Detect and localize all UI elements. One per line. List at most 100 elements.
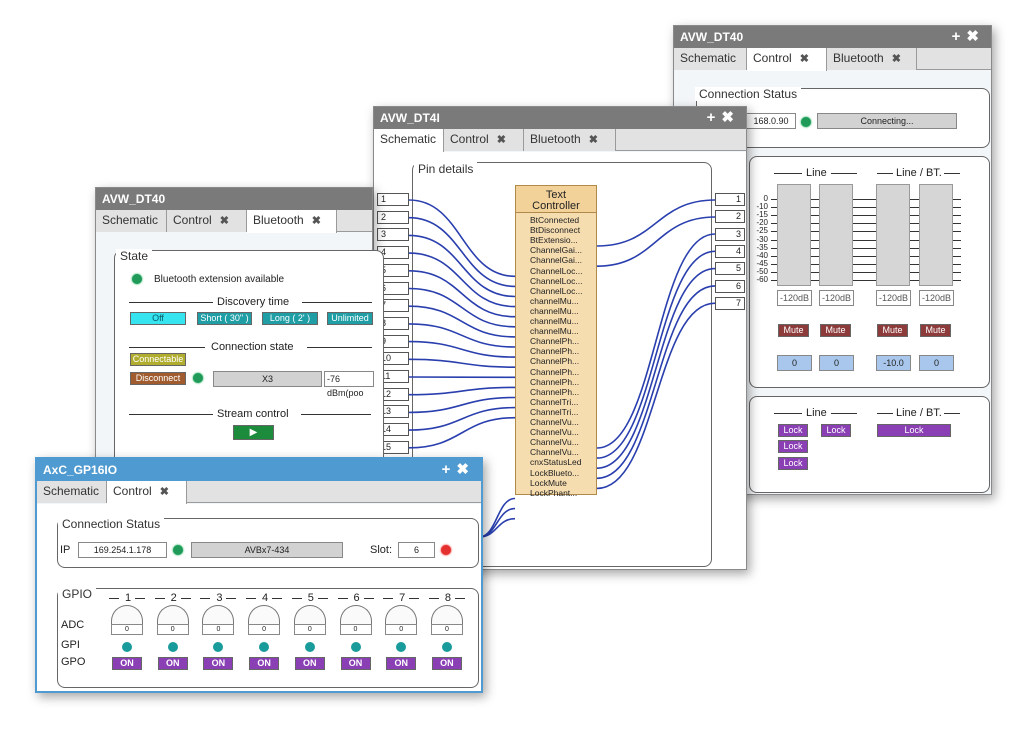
controller-pin: ChannelGai...: [530, 255, 582, 266]
ip-field[interactable]: 169.254.1.178: [78, 542, 167, 558]
channel-dash: [428, 598, 439, 599]
tab-schematic[interactable]: Schematic: [96, 210, 167, 232]
channel-number: 2: [170, 592, 177, 604]
output-pin[interactable]: 3: [715, 227, 745, 241]
gpi-led: [441, 642, 452, 652]
gpo-on-button[interactable]: ON: [157, 657, 188, 670]
tab-control[interactable]: Control ✖: [167, 210, 247, 232]
adc-value: 0: [339, 624, 372, 635]
controller-pin: LockMute: [530, 477, 567, 488]
adc-value: 0: [430, 624, 463, 635]
channel-dash: [180, 598, 191, 599]
wire: [408, 234, 516, 298]
close-tab-icon[interactable]: ✖: [892, 53, 901, 65]
gpi-led: [350, 642, 361, 652]
controller-pin: cnxStatusLed: [530, 457, 582, 468]
lock-button[interactable]: Lock: [778, 424, 808, 437]
output-pin[interactable]: 6: [715, 279, 745, 293]
output-pin[interactable]: 2: [715, 210, 745, 224]
mute-button[interactable]: Mute: [778, 324, 809, 337]
titlebar[interactable]: AxC_GP16IO +✖: [37, 459, 481, 481]
lock-button[interactable]: Lock: [877, 424, 951, 437]
add-icon[interactable]: +: [952, 28, 967, 45]
discovery-short-button[interactable]: Short ( 30" ): [197, 312, 252, 325]
titlebar[interactable]: AVW_DT40: [96, 188, 372, 210]
gpo-on-button[interactable]: ON: [386, 657, 417, 670]
wire: [596, 250, 716, 459]
close-tab-icon[interactable]: ✖: [800, 53, 809, 65]
gpo-on-button[interactable]: ON: [340, 657, 371, 670]
connection-state-label: Connection state: [211, 341, 294, 353]
mute-button[interactable]: Mute: [820, 324, 851, 337]
channel-dash: [135, 598, 145, 599]
add-icon[interactable]: +: [442, 461, 457, 478]
ip-label: IP: [60, 544, 71, 556]
gpo-on-button[interactable]: ON: [112, 657, 142, 670]
close-icon[interactable]: ✖: [966, 28, 985, 45]
close-tab-icon[interactable]: ✖: [312, 215, 321, 227]
lock-button[interactable]: Lock: [778, 440, 808, 453]
window-title: AVW_DT40: [680, 30, 744, 44]
controller-pin: ChannelVu...: [530, 437, 579, 448]
tab-bluetooth[interactable]: Bluetooth ✖: [827, 48, 917, 70]
adc-value: 0: [385, 624, 418, 635]
text-controller-block[interactable]: Text Controller BtConnected BtDisconnect B…: [515, 185, 597, 498]
tab-schematic[interactable]: Schematic: [37, 481, 107, 503]
input-pin[interactable]: 2: [377, 210, 409, 224]
line-bt-label: Line / BT.: [896, 167, 942, 179]
close-tab-icon[interactable]: ✖: [160, 486, 169, 498]
line-label: Line: [806, 167, 827, 179]
wire: [596, 233, 716, 449]
lock-button[interactable]: Lock: [821, 424, 851, 437]
slot-field[interactable]: 6: [398, 542, 435, 558]
close-icon[interactable]: ✖: [456, 461, 475, 478]
discovery-off-button[interactable]: Off: [130, 312, 186, 325]
channel-dash: [272, 598, 283, 599]
mute-button[interactable]: Mute: [920, 324, 951, 337]
lock-button[interactable]: Lock: [778, 457, 808, 470]
gain-field[interactable]: -10.0: [876, 355, 911, 371]
channel-number: 5: [307, 592, 314, 604]
discovery-long-button[interactable]: Long ( 2' ): [262, 312, 318, 325]
controller-pin: channelMu...: [530, 295, 579, 306]
mute-button[interactable]: Mute: [877, 324, 908, 337]
wire: [408, 252, 516, 308]
tab-control[interactable]: Control ✖: [107, 481, 187, 504]
gain-field[interactable]: 0: [777, 355, 812, 371]
output-pin[interactable]: 5: [715, 262, 745, 276]
output-pin[interactable]: 4: [715, 244, 745, 258]
gpo-on-button[interactable]: ON: [294, 657, 325, 670]
gain-field[interactable]: 0: [919, 355, 954, 371]
tab-control[interactable]: Control ✖: [747, 48, 827, 71]
controller-pin: LockPhant...: [530, 487, 578, 498]
gain-field[interactable]: 0: [819, 355, 854, 371]
play-icon[interactable]: ▶: [233, 425, 274, 440]
ip-field[interactable]: 168.0.90: [746, 113, 796, 129]
gpo-on-button[interactable]: ON: [431, 657, 462, 670]
controller-pin: channelMu...: [530, 305, 579, 316]
disconnect-button[interactable]: Disconnect: [130, 372, 186, 385]
tab-schematic[interactable]: Schematic: [674, 48, 747, 70]
gpo-on-button[interactable]: ON: [249, 657, 280, 670]
connection-status-label: Connection Status: [58, 517, 165, 531]
close-tab-icon[interactable]: ✖: [220, 215, 229, 227]
gpi-label: GPI: [61, 639, 80, 651]
output-pin[interactable]: 7: [715, 296, 745, 310]
channel-number: 7: [399, 592, 406, 604]
input-pin[interactable]: 1: [377, 193, 409, 206]
device-name: X3: [213, 371, 322, 387]
input-pin[interactable]: 3: [377, 228, 409, 242]
controller-pin: ChannelPh...: [530, 366, 580, 377]
gpo-on-button[interactable]: ON: [203, 657, 234, 670]
level-meter: [919, 184, 953, 286]
controller-pin: ChannelVu...: [530, 427, 579, 438]
channel-dash: [454, 598, 465, 599]
discovery-unlimited-button[interactable]: Unlimited: [327, 312, 373, 325]
gpo-label: GPO: [61, 656, 86, 668]
controller-pin: ChannelPh...: [530, 346, 580, 357]
tab-bluetooth[interactable]: Bluetooth ✖: [247, 210, 337, 233]
controller-pin: ChannelPh...: [530, 336, 580, 347]
output-pin[interactable]: 1: [715, 193, 745, 206]
controller-pin: ChannelTri...: [530, 396, 579, 407]
titlebar[interactable]: AVW_DT40 +✖: [674, 26, 991, 48]
